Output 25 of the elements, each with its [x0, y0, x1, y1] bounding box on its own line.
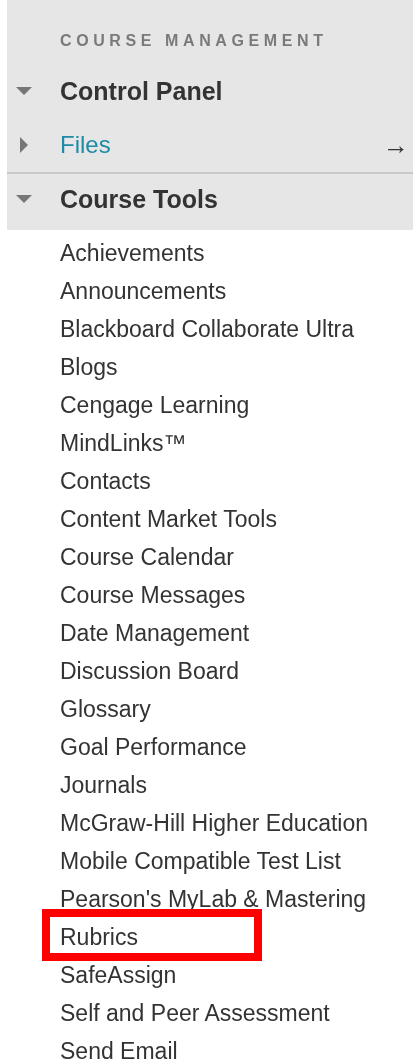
tool-link[interactable]: Blogs	[60, 348, 413, 386]
tool-link[interactable]: Journals	[60, 766, 413, 804]
tool-link[interactable]: Discussion Board	[60, 652, 413, 690]
tool-link[interactable]: Rubrics	[60, 918, 413, 956]
tool-link[interactable]: McGraw-Hill Higher Education	[60, 804, 413, 842]
tool-link[interactable]: Achievements	[60, 234, 413, 272]
panel-header[interactable]: Control Panel	[60, 76, 223, 106]
tool-link[interactable]: Announcements	[60, 272, 413, 310]
tool-link[interactable]: Send Email	[60, 1032, 413, 1059]
tool-link[interactable]: Course Messages	[60, 576, 413, 614]
tool-link[interactable]: Content Market Tools	[60, 500, 413, 538]
tool-link[interactable]: Cengage Learning MindLinks™	[60, 386, 413, 462]
panel-header[interactable]: Course Tools	[60, 184, 218, 214]
tool-link[interactable]: Glossary	[60, 690, 413, 728]
tool-link[interactable]: SafeAssign	[60, 956, 413, 994]
tool-link[interactable]: Self and Peer Assessment	[60, 994, 413, 1032]
tool-link[interactable]: Goal Performance	[60, 728, 413, 766]
tool-link[interactable]: Contacts	[60, 462, 413, 500]
section-title: COURSE MANAGEMENT	[59, 32, 329, 51]
tool-link[interactable]: Date Management	[60, 614, 413, 652]
tool-link[interactable]: Mobile Compatible Test List	[60, 842, 413, 880]
tool-link[interactable]: Course Calendar	[60, 538, 413, 576]
tool-link[interactable]: Pearson's MyLab & Mastering	[60, 880, 413, 918]
tool-link[interactable]: Blackboard Collaborate Ultra	[60, 310, 413, 348]
arrow-icon[interactable]: →	[383, 129, 409, 161]
